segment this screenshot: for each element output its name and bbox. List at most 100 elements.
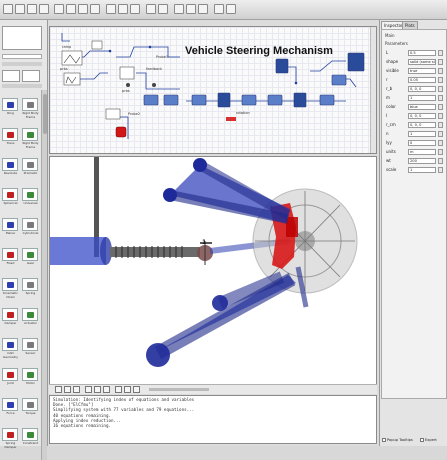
parameter-value-field[interactable]: m: [408, 149, 436, 155]
stop-icon[interactable]: [158, 4, 168, 14]
parameter-value-field[interactable]: solid (same size): [408, 59, 436, 65]
zoom-in-icon[interactable]: [106, 4, 116, 14]
edit-button[interactable]: [438, 149, 443, 155]
edit-button[interactable]: [438, 122, 443, 128]
library-item[interactable]: Spring Damper: [1, 428, 19, 452]
library-item[interactable]: Actuator: [21, 308, 39, 332]
library-item[interactable]: Torque: [21, 398, 39, 422]
checkbox[interactable]: [382, 438, 386, 442]
paste-icon[interactable]: [90, 4, 100, 14]
parameter-value-field[interactable]: 0, 0, 0: [408, 86, 436, 92]
checkbox[interactable]: [420, 438, 424, 442]
edit-button[interactable]: [438, 59, 443, 65]
library-item[interactable]: CAD Geometry: [1, 338, 19, 362]
redo-icon[interactable]: [54, 4, 64, 14]
parameter-value-field[interactable]: 1: [408, 131, 436, 137]
edit-button[interactable]: [438, 167, 443, 173]
library-item[interactable]: Revolute: [1, 158, 19, 182]
library-item[interactable]: Sensor: [21, 338, 39, 362]
library-category-header[interactable]: [2, 62, 42, 66]
edit-button[interactable]: [438, 95, 443, 101]
tab-plots[interactable]: Plots: [402, 21, 418, 29]
marker-label: 1: [202, 239, 207, 246]
edit-button[interactable]: [438, 131, 443, 137]
library-item[interactable]: Spring: [21, 278, 39, 302]
copy-icon[interactable]: [78, 4, 88, 14]
save-icon[interactable]: [27, 4, 37, 14]
library-item[interactable]: Gear: [21, 248, 39, 272]
library-item[interactable]: Force: [1, 398, 19, 422]
pause-icon[interactable]: [124, 386, 131, 393]
parameter-row: scale 1: [384, 167, 446, 174]
parameter-value-field[interactable]: 0, 0, 0: [408, 122, 436, 128]
stop-icon[interactable]: [133, 386, 140, 393]
library-item[interactable]: Planar: [1, 218, 19, 242]
edit-button[interactable]: [438, 77, 443, 83]
grid-icon[interactable]: [174, 4, 184, 14]
view-top-icon[interactable]: [103, 386, 110, 393]
parameter-name: r_b: [386, 86, 393, 91]
library-item[interactable]: Rigid Body Frame: [21, 128, 39, 152]
open-folder-icon[interactable]: [15, 4, 25, 14]
parameter-value-field[interactable]: 0.05: [408, 77, 436, 83]
library-item[interactable]: Cylindrical: [21, 218, 39, 242]
library-thumb[interactable]: [22, 70, 40, 82]
simulate-icon[interactable]: [146, 4, 156, 14]
diagram-canvas[interactable]: Vehicle Steering Mechanism ramp prbs fee…: [49, 26, 377, 154]
cut-icon[interactable]: [66, 4, 76, 14]
library-item[interactable]: Kinematic Chain: [1, 278, 19, 302]
library-item[interactable]: Damper: [1, 308, 19, 332]
play-icon[interactable]: [115, 386, 122, 393]
3d-animation-view[interactable]: 1: [49, 156, 377, 392]
edit-button[interactable]: [438, 140, 443, 146]
component-icon: [22, 158, 38, 171]
library-item[interactable]: Universal: [21, 188, 39, 212]
library-item[interactable]: Ring: [1, 98, 19, 122]
library-item[interactable]: Prismatic: [21, 158, 39, 182]
library-item[interactable]: Spherical: [1, 188, 19, 212]
editor-scrollbar[interactable]: [370, 27, 376, 153]
library-item[interactable]: Motor: [21, 368, 39, 392]
parameter-value-field[interactable]: 1: [408, 95, 436, 101]
library-search-input[interactable]: [2, 54, 42, 59]
zoom-icon[interactable]: [73, 386, 80, 393]
help-icon[interactable]: [226, 4, 236, 14]
library-item[interactable]: Constraint: [21, 428, 39, 452]
settings-icon[interactable]: [214, 4, 224, 14]
fit-icon[interactable]: [130, 4, 140, 14]
view-front-icon[interactable]: [85, 386, 92, 393]
library-scrollbar[interactable]: [41, 90, 47, 460]
pan-icon[interactable]: [64, 386, 71, 393]
library-item[interactable]: Joint: [1, 368, 19, 392]
expert-toggle[interactable]: Expert: [420, 438, 437, 442]
scroll-thumb[interactable]: [43, 94, 47, 134]
undo-icon[interactable]: [39, 4, 49, 14]
plot-icon[interactable]: [186, 4, 196, 14]
edit-button[interactable]: [438, 104, 443, 110]
library-item[interactable]: Trans: [1, 128, 19, 152]
parameter-value-field[interactable]: 0, 0, 0: [408, 113, 436, 119]
parameter-value-field[interactable]: 0.5: [408, 50, 436, 56]
parameter-value-field[interactable]: true: [408, 68, 436, 74]
edit-button[interactable]: [438, 113, 443, 119]
view-side-icon[interactable]: [94, 386, 101, 393]
library-item[interactable]: Fixed: [1, 248, 19, 272]
popup-tooltips-toggle[interactable]: Popup Tooltips: [382, 438, 413, 442]
3d-view-icon[interactable]: [198, 4, 208, 14]
new-file-icon[interactable]: [3, 4, 13, 14]
library-item[interactable]: Rigid Body Frame: [21, 98, 39, 122]
parameter-value-field[interactable]: blue: [408, 104, 436, 110]
library-category-header[interactable]: [2, 84, 42, 88]
library-thumb[interactable]: [2, 70, 20, 82]
parameter-value-field[interactable]: 200: [408, 158, 436, 164]
rotate-icon[interactable]: [55, 386, 62, 393]
log-line: 16 equations remaining.: [53, 423, 111, 429]
time-slider[interactable]: [149, 388, 209, 391]
parameter-value-field[interactable]: 1: [408, 167, 436, 173]
edit-button[interactable]: [438, 86, 443, 92]
zoom-out-icon[interactable]: [118, 4, 128, 14]
parameter-value-field[interactable]: 0: [408, 140, 436, 146]
edit-button[interactable]: [438, 50, 443, 56]
edit-button[interactable]: [438, 68, 443, 74]
edit-button[interactable]: [438, 158, 443, 164]
